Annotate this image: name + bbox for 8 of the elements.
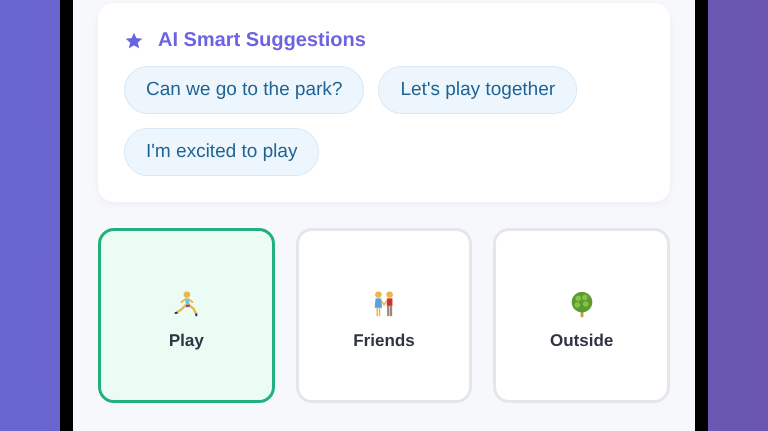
suggestions-title: AI Smart Suggestions [158, 29, 366, 52]
suggestion-chip[interactable]: Let's play together [378, 66, 578, 114]
category-tile[interactable]: Play [98, 228, 275, 403]
suggestion-chip[interactable]: Can we go to the park? [124, 66, 364, 114]
category-tile[interactable]: Friends [296, 228, 472, 403]
category-tile[interactable]: Outside [493, 228, 670, 403]
suggestion-chip[interactable]: I'm excited to play [124, 128, 320, 176]
star-icon [124, 30, 144, 50]
